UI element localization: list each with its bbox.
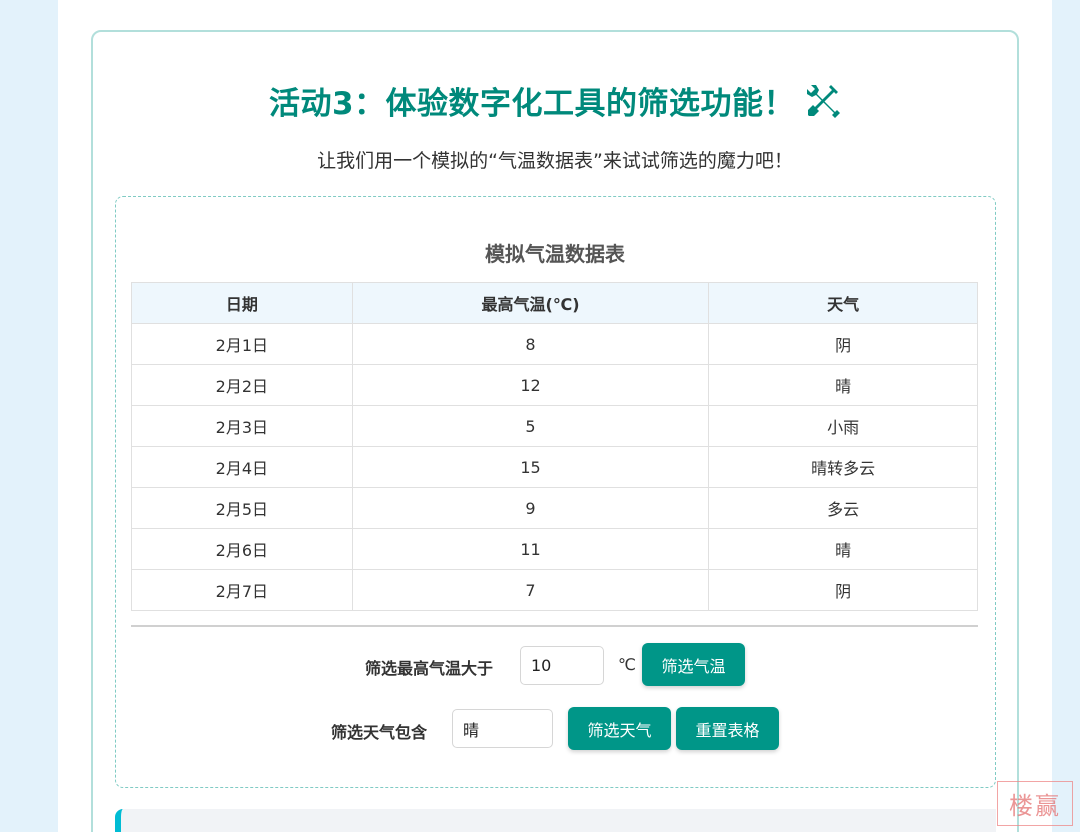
table-header-row: 日期 最高气温(℃) 天气: [131, 282, 978, 324]
cell-temp: 11: [351, 528, 710, 570]
cell-weather: 阴: [708, 323, 978, 365]
activity-title: 活动3：体验数字化工具的筛选功能！: [0, 78, 1080, 123]
temperature-table: 日期 最高气温(℃) 天气 2月1日 8 阴 2月2日 12 晴 2月3日 5 …: [131, 282, 978, 611]
cell-temp: 15: [351, 446, 710, 488]
table-title: 模拟气温数据表: [485, 242, 625, 266]
table-row: 2月4日 15 晴转多云: [131, 446, 978, 488]
reset-table-button[interactable]: 重置表格: [676, 707, 779, 750]
table-row: 2月1日 8 阴: [131, 323, 978, 365]
wrench-screwdriver-icon: [807, 84, 841, 118]
next-section-card: [115, 809, 996, 832]
activity-subtitle: 让我们用一个模拟的“气温数据表”来试试筛选的魔力吧！: [317, 150, 793, 172]
cell-date: 2月2日: [131, 364, 353, 406]
cell-weather: 晴转多云: [708, 446, 978, 488]
header-max-temp: 最高气温(℃): [351, 282, 710, 324]
table-row: 2月7日 7 阴: [131, 569, 978, 611]
watermark-stamp: 楼赢: [997, 781, 1073, 826]
header-weather: 天气: [708, 282, 978, 324]
temp-unit-label: ℃: [618, 655, 636, 674]
table-row: 2月6日 11 晴: [131, 528, 978, 570]
table-row: 2月3日 5 小雨: [131, 405, 978, 447]
activity-title-text: 活动3：体验数字化工具的筛选功能！: [268, 86, 796, 122]
cell-weather: 晴: [708, 364, 978, 406]
cell-date: 2月5日: [131, 487, 353, 529]
weather-filter-input[interactable]: [452, 709, 553, 748]
filter-weather-button[interactable]: 筛选天气: [568, 707, 671, 750]
header-date: 日期: [131, 282, 353, 324]
table-row: 2月2日 12 晴: [131, 364, 978, 406]
cell-weather: 多云: [708, 487, 978, 529]
temp-filter-label: 筛选最高气温大于: [365, 659, 494, 678]
cell-temp: 5: [351, 405, 710, 447]
temp-filter-input[interactable]: [520, 646, 604, 685]
table-row: 2月5日 9 多云: [131, 487, 978, 529]
filter-temp-button[interactable]: 筛选气温: [642, 643, 745, 686]
cell-temp: 7: [351, 569, 710, 611]
cell-date: 2月6日: [131, 528, 353, 570]
cell-date: 2月1日: [131, 323, 353, 365]
divider: [131, 625, 978, 627]
weather-filter-label: 筛选天气包含: [331, 723, 428, 742]
cell-weather: 阴: [708, 569, 978, 611]
cell-date: 2月3日: [131, 405, 353, 447]
cell-date: 2月7日: [131, 569, 353, 611]
cell-temp: 12: [351, 364, 710, 406]
cell-date: 2月4日: [131, 446, 353, 488]
cell-weather: 晴: [708, 528, 978, 570]
cell-temp: 8: [351, 323, 710, 365]
cell-weather: 小雨: [708, 405, 978, 447]
cell-temp: 9: [351, 487, 710, 529]
